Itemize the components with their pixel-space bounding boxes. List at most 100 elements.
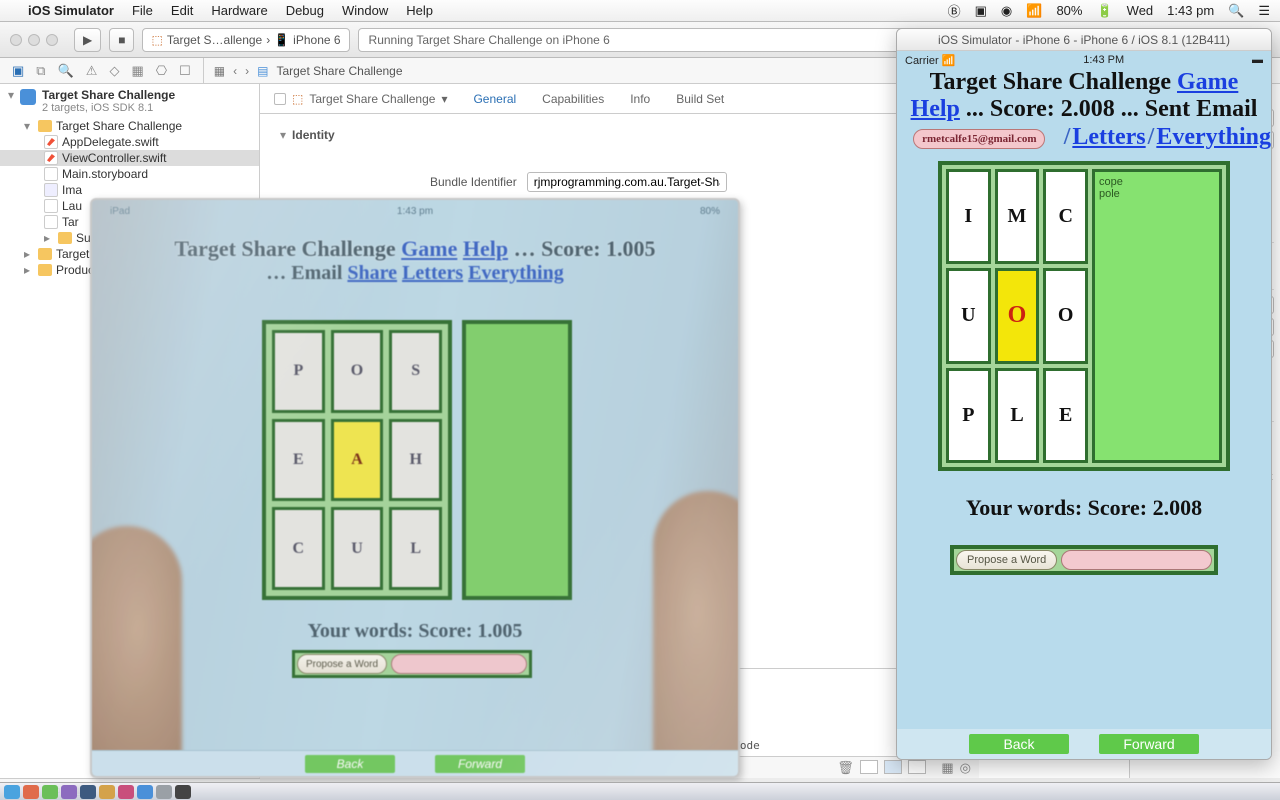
ipad-cell-5[interactable]: H [389, 419, 442, 502]
test-navigator-icon[interactable]: ◇ [109, 63, 119, 79]
window-controls[interactable] [10, 34, 58, 46]
bundle-id-input[interactable] [527, 172, 727, 192]
file-appdelegate[interactable]: AppDelegate.swift [0, 134, 259, 150]
jump-grid-icon[interactable]: ▦ [214, 64, 225, 78]
ipad-share-link[interactable]: Share [347, 262, 397, 284]
dock-app[interactable] [137, 785, 153, 799]
identity-section[interactable]: Identity [292, 128, 335, 142]
console-pane-left[interactable] [860, 760, 878, 774]
sim-everything-link[interactable]: Everything [1156, 124, 1271, 151]
menu-window[interactable]: Window [342, 3, 388, 18]
sim-propose-button[interactable]: Propose a Word [956, 550, 1057, 570]
tab-capabilities[interactable]: Capabilities [542, 92, 604, 106]
find-navigator-icon[interactable]: 🔍 [58, 63, 74, 79]
ipad-cell-0[interactable]: P [272, 330, 325, 413]
ipad-cell-7[interactable]: U [331, 507, 384, 590]
simulator-titlebar[interactable]: iOS Simulator - iPhone 6 - iPhone 6 / iO… [897, 29, 1271, 51]
sim-email-pill[interactable]: rmetcalfe15@gmail.com [913, 129, 1045, 149]
ipad-forward-button[interactable]: Forward [435, 755, 525, 773]
dock-app[interactable] [99, 785, 115, 799]
menu-debug[interactable]: Debug [286, 3, 324, 18]
jump-fwd-icon[interactable]: › [245, 64, 249, 78]
target-checkbox[interactable] [274, 93, 286, 105]
jumpbar-path[interactable]: Target Share Challenge [276, 64, 402, 78]
menu-hardware[interactable]: Hardware [211, 3, 267, 18]
wifi-icon[interactable]: 📶 [1026, 3, 1042, 19]
sim-cell-1[interactable]: M [995, 169, 1040, 264]
sim-back-button[interactable]: Back [969, 734, 1069, 754]
sim-letters-link[interactable]: Letters [1072, 124, 1145, 151]
sim-cell-center[interactable]: O [995, 268, 1040, 363]
sim-word-input[interactable] [1061, 550, 1212, 570]
menu-extra-icon-1[interactable]: Ⓑ [948, 1, 961, 20]
file-storyboard[interactable]: Main.storyboard [0, 166, 259, 182]
console-pane-right[interactable] [908, 760, 926, 774]
dock-app[interactable] [4, 785, 20, 799]
mac-dock[interactable] [0, 782, 1280, 800]
stop-button[interactable]: ■ [109, 28, 134, 52]
simulator-window[interactable]: iOS Simulator - iPhone 6 - iPhone 6 / iO… [896, 28, 1272, 760]
ipad-game-link[interactable]: Game [401, 236, 457, 261]
issue-navigator-icon[interactable]: ⚠ [86, 63, 98, 79]
navigator-tabs[interactable]: ▣ ⧉ 🔍 ⚠ ◇ ▦ ⎔ ☐ [0, 63, 203, 79]
sim-cell-5[interactable]: O [1043, 268, 1088, 363]
file-cut-0[interactable]: Ima [0, 182, 259, 198]
symbol-navigator-icon[interactable]: ⧉ [36, 63, 45, 79]
sim-cell-8[interactable]: E [1043, 368, 1088, 463]
ipad-word-input[interactable] [391, 654, 527, 674]
ipad-back-button[interactable]: Back [305, 755, 395, 773]
scheme-selector[interactable]: ⬚ Target S…allenge › 📱 iPhone 6 [142, 28, 349, 52]
report-navigator-icon[interactable]: ☐ [179, 63, 191, 79]
sim-help-link[interactable]: Help [911, 96, 960, 122]
ipad-cell-6[interactable]: C [272, 507, 325, 590]
sim-game-link[interactable]: Game [1177, 69, 1238, 95]
project-navigator-icon[interactable]: ▣ [12, 63, 24, 79]
sim-forward-button[interactable]: Forward [1099, 734, 1199, 754]
jump-back-icon[interactable]: ‹ [233, 64, 237, 78]
breakpoint-navigator-icon[interactable]: ⎔ [156, 63, 167, 79]
dock-app[interactable] [42, 785, 58, 799]
lib-scope-icon[interactable]: ◎ [960, 760, 971, 776]
debug-navigator-icon[interactable]: ▦ [131, 63, 143, 79]
menu-help[interactable]: Help [406, 3, 433, 18]
ipad-help-link[interactable]: Help [463, 236, 508, 261]
lib-grid-icon[interactable]: ▦ [941, 760, 953, 776]
sim-cell-0[interactable]: I [946, 169, 991, 264]
ipad-letters-link[interactable]: Letters [402, 262, 463, 284]
ipad-letter-grid[interactable]: P O S E A H C U L [262, 320, 452, 600]
trash-icon[interactable]: 🗑 [837, 760, 854, 776]
dock-app[interactable] [61, 785, 77, 799]
file-viewcontroller[interactable]: ViewController.swift [0, 150, 259, 166]
project-name[interactable]: Target Share Challenge [42, 88, 175, 102]
menu-extra-icon-2[interactable]: ▣ [975, 3, 987, 19]
dock-app[interactable] [156, 785, 172, 799]
ipad-cell-1[interactable]: O [331, 330, 384, 413]
console-pane-mid[interactable] [884, 760, 902, 774]
notification-icon[interactable]: ☰ [1258, 3, 1270, 19]
menu-extra-icon-3[interactable]: ◉ [1001, 3, 1012, 19]
menu-edit[interactable]: Edit [171, 3, 193, 18]
dock-app[interactable] [118, 785, 134, 799]
clock-day[interactable]: Wed [1127, 3, 1154, 18]
run-button[interactable]: ▶ [74, 28, 101, 52]
dock-app[interactable] [23, 785, 39, 799]
ipad-cell-center[interactable]: A [331, 419, 384, 502]
dock-app[interactable] [175, 785, 191, 799]
clock-time[interactable]: 1:43 pm [1167, 3, 1214, 18]
ipad-everything-link[interactable]: Everything [468, 262, 564, 284]
ipad-cell-2[interactable]: S [389, 330, 442, 413]
menu-file[interactable]: File [132, 3, 153, 18]
tab-info[interactable]: Info [630, 92, 650, 106]
dock-app[interactable] [80, 785, 96, 799]
spotlight-icon[interactable]: 🔍 [1228, 3, 1244, 19]
ipad-cell-8[interactable]: L [389, 507, 442, 590]
group-root[interactable]: Target Share Challenge [0, 118, 259, 134]
sim-cell-2[interactable]: C [1043, 169, 1088, 264]
sim-cell-3[interactable]: U [946, 268, 991, 363]
target-breadcrumb[interactable]: Target Share Challenge [309, 92, 435, 106]
sim-letter-grid[interactable]: I M C U O O P L E [946, 169, 1088, 463]
menubar-app[interactable]: iOS Simulator [28, 3, 114, 18]
sim-cell-6[interactable]: P [946, 368, 991, 463]
tab-buildsettings[interactable]: Build Set [676, 92, 724, 106]
sim-cell-7[interactable]: L [995, 368, 1040, 463]
